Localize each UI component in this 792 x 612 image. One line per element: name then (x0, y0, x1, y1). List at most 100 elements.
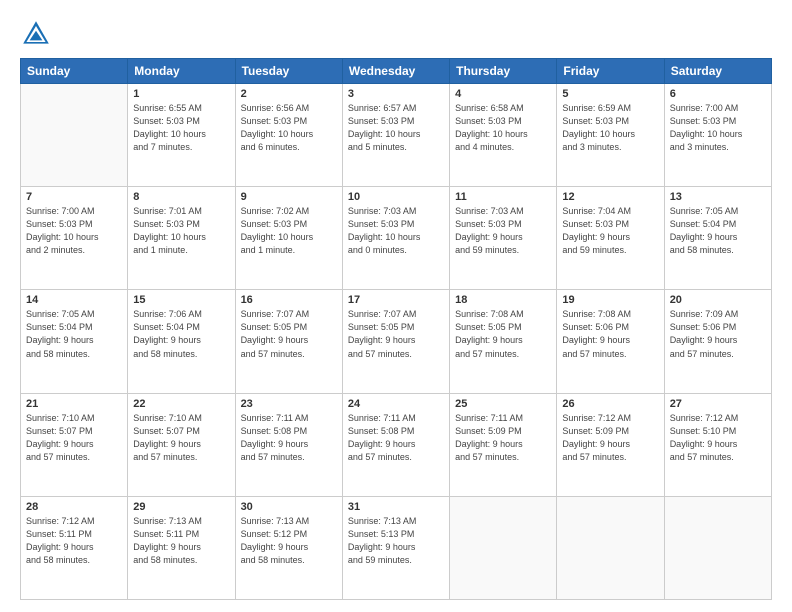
calendar-table: SundayMondayTuesdayWednesdayThursdayFrid… (20, 58, 772, 600)
calendar-week-1: 1 Sunrise: 6:55 AM Sunset: 5:03 PM Daylig… (21, 84, 772, 187)
calendar-cell: 9 Sunrise: 7:02 AM Sunset: 5:03 PM Daylig… (235, 187, 342, 290)
day-info: Sunrise: 7:07 AM Sunset: 5:05 PM Dayligh… (348, 308, 444, 360)
header-row: SundayMondayTuesdayWednesdayThursdayFrid… (21, 59, 772, 84)
calendar-cell: 24 Sunrise: 7:11 AM Sunset: 5:08 PM Dayli… (342, 393, 449, 496)
calendar-cell: 3 Sunrise: 6:57 AM Sunset: 5:03 PM Daylig… (342, 84, 449, 187)
calendar-header: SundayMondayTuesdayWednesdayThursdayFrid… (21, 59, 772, 84)
logo (20, 18, 56, 50)
calendar-cell (664, 496, 771, 599)
day-info: Sunrise: 7:02 AM Sunset: 5:03 PM Dayligh… (241, 205, 337, 257)
day-info: Sunrise: 7:12 AM Sunset: 5:11 PM Dayligh… (26, 515, 122, 567)
day-number: 8 (133, 191, 229, 203)
calendar-cell: 15 Sunrise: 7:06 AM Sunset: 5:04 PM Dayli… (128, 290, 235, 393)
day-number: 11 (455, 191, 551, 203)
calendar-cell (450, 496, 557, 599)
calendar-week-2: 7 Sunrise: 7:00 AM Sunset: 5:03 PM Daylig… (21, 187, 772, 290)
day-info: Sunrise: 7:00 AM Sunset: 5:03 PM Dayligh… (670, 102, 766, 154)
day-number: 23 (241, 398, 337, 410)
calendar-cell: 7 Sunrise: 7:00 AM Sunset: 5:03 PM Daylig… (21, 187, 128, 290)
day-header-thursday: Thursday (450, 59, 557, 84)
calendar-week-4: 21 Sunrise: 7:10 AM Sunset: 5:07 PM Dayli… (21, 393, 772, 496)
calendar-cell: 29Sunrise: 7:13 AM Sunset: 5:11 PM Dayli… (128, 496, 235, 599)
day-number: 3 (348, 88, 444, 100)
day-info: Sunrise: 7:00 AM Sunset: 5:03 PM Dayligh… (26, 205, 122, 257)
day-info: Sunrise: 7:10 AM Sunset: 5:07 PM Dayligh… (133, 412, 229, 464)
calendar-cell: 13 Sunrise: 7:05 AM Sunset: 5:04 PM Dayli… (664, 187, 771, 290)
day-info: Sunrise: 7:13 AM Sunset: 5:12 PM Dayligh… (241, 515, 337, 567)
day-number: 14 (26, 294, 122, 306)
day-number: 7 (26, 191, 122, 203)
calendar-cell (21, 84, 128, 187)
calendar-body: 1 Sunrise: 6:55 AM Sunset: 5:03 PM Daylig… (21, 84, 772, 600)
day-info: Sunrise: 7:09 AM Sunset: 5:06 PM Dayligh… (670, 308, 766, 360)
day-number: 13 (670, 191, 766, 203)
calendar-cell: 14Sunrise: 7:05 AM Sunset: 5:04 PM Dayli… (21, 290, 128, 393)
calendar-cell: 20 Sunrise: 7:09 AM Sunset: 5:06 PM Dayli… (664, 290, 771, 393)
calendar-cell: 12 Sunrise: 7:04 AM Sunset: 5:03 PM Dayli… (557, 187, 664, 290)
calendar-cell: 31Sunrise: 7:13 AM Sunset: 5:13 PM Dayli… (342, 496, 449, 599)
calendar-cell: 25Sunrise: 7:11 AM Sunset: 5:09 PM Dayli… (450, 393, 557, 496)
day-info: Sunrise: 7:06 AM Sunset: 5:04 PM Dayligh… (133, 308, 229, 360)
day-info: Sunrise: 7:12 AM Sunset: 5:09 PM Dayligh… (562, 412, 658, 464)
day-number: 6 (670, 88, 766, 100)
day-info: Sunrise: 6:59 AM Sunset: 5:03 PM Dayligh… (562, 102, 658, 154)
day-number: 1 (133, 88, 229, 100)
calendar-cell: 10 Sunrise: 7:03 AM Sunset: 5:03 PM Dayli… (342, 187, 449, 290)
day-header-monday: Monday (128, 59, 235, 84)
day-number: 24 (348, 398, 444, 410)
page: SundayMondayTuesdayWednesdayThursdayFrid… (0, 0, 792, 612)
day-info: Sunrise: 7:08 AM Sunset: 5:05 PM Dayligh… (455, 308, 551, 360)
day-number: 10 (348, 191, 444, 203)
day-number: 15 (133, 294, 229, 306)
day-info: Sunrise: 7:10 AM Sunset: 5:07 PM Dayligh… (26, 412, 122, 464)
calendar-cell: 6 Sunrise: 7:00 AM Sunset: 5:03 PM Daylig… (664, 84, 771, 187)
day-number: 21 (26, 398, 122, 410)
day-info: Sunrise: 7:04 AM Sunset: 5:03 PM Dayligh… (562, 205, 658, 257)
day-number: 22 (133, 398, 229, 410)
day-info: Sunrise: 7:03 AM Sunset: 5:03 PM Dayligh… (348, 205, 444, 257)
day-header-tuesday: Tuesday (235, 59, 342, 84)
day-header-sunday: Sunday (21, 59, 128, 84)
day-info: Sunrise: 6:55 AM Sunset: 5:03 PM Dayligh… (133, 102, 229, 154)
day-number: 4 (455, 88, 551, 100)
day-info: Sunrise: 6:58 AM Sunset: 5:03 PM Dayligh… (455, 102, 551, 154)
day-header-wednesday: Wednesday (342, 59, 449, 84)
calendar-cell: 11Sunrise: 7:03 AM Sunset: 5:03 PM Dayli… (450, 187, 557, 290)
calendar-cell: 26 Sunrise: 7:12 AM Sunset: 5:09 PM Dayli… (557, 393, 664, 496)
day-number: 12 (562, 191, 658, 203)
day-number: 29 (133, 501, 229, 513)
day-number: 9 (241, 191, 337, 203)
day-info: Sunrise: 6:57 AM Sunset: 5:03 PM Dayligh… (348, 102, 444, 154)
calendar-cell: 27Sunrise: 7:12 AM Sunset: 5:10 PM Dayli… (664, 393, 771, 496)
day-info: Sunrise: 7:01 AM Sunset: 5:03 PM Dayligh… (133, 205, 229, 257)
day-info: Sunrise: 7:12 AM Sunset: 5:10 PM Dayligh… (670, 412, 766, 464)
calendar-cell: 30Sunrise: 7:13 AM Sunset: 5:12 PM Dayli… (235, 496, 342, 599)
day-header-friday: Friday (557, 59, 664, 84)
day-header-saturday: Saturday (664, 59, 771, 84)
day-info: Sunrise: 7:05 AM Sunset: 5:04 PM Dayligh… (670, 205, 766, 257)
calendar-cell: 18 Sunrise: 7:08 AM Sunset: 5:05 PM Dayli… (450, 290, 557, 393)
calendar-cell: 8 Sunrise: 7:01 AM Sunset: 5:03 PM Daylig… (128, 187, 235, 290)
day-number: 2 (241, 88, 337, 100)
day-info: Sunrise: 7:13 AM Sunset: 5:13 PM Dayligh… (348, 515, 444, 567)
calendar-week-5: 28 Sunrise: 7:12 AM Sunset: 5:11 PM Dayli… (21, 496, 772, 599)
day-info: Sunrise: 7:08 AM Sunset: 5:06 PM Dayligh… (562, 308, 658, 360)
calendar-cell: 5 Sunrise: 6:59 AM Sunset: 5:03 PM Daylig… (557, 84, 664, 187)
day-number: 18 (455, 294, 551, 306)
calendar-cell: 22 Sunrise: 7:10 AM Sunset: 5:07 PM Dayli… (128, 393, 235, 496)
calendar-cell: 19 Sunrise: 7:08 AM Sunset: 5:06 PM Dayli… (557, 290, 664, 393)
calendar-cell: 4 Sunrise: 6:58 AM Sunset: 5:03 PM Daylig… (450, 84, 557, 187)
calendar-cell: 1 Sunrise: 6:55 AM Sunset: 5:03 PM Daylig… (128, 84, 235, 187)
day-number: 5 (562, 88, 658, 100)
day-number: 25 (455, 398, 551, 410)
calendar-week-3: 14Sunrise: 7:05 AM Sunset: 5:04 PM Dayli… (21, 290, 772, 393)
calendar-cell (557, 496, 664, 599)
day-info: Sunrise: 6:56 AM Sunset: 5:03 PM Dayligh… (241, 102, 337, 154)
day-number: 20 (670, 294, 766, 306)
day-number: 26 (562, 398, 658, 410)
calendar-cell: 17Sunrise: 7:07 AM Sunset: 5:05 PM Dayli… (342, 290, 449, 393)
day-info: Sunrise: 7:07 AM Sunset: 5:05 PM Dayligh… (241, 308, 337, 360)
day-number: 28 (26, 501, 122, 513)
day-info: Sunrise: 7:11 AM Sunset: 5:08 PM Dayligh… (348, 412, 444, 464)
day-number: 19 (562, 294, 658, 306)
